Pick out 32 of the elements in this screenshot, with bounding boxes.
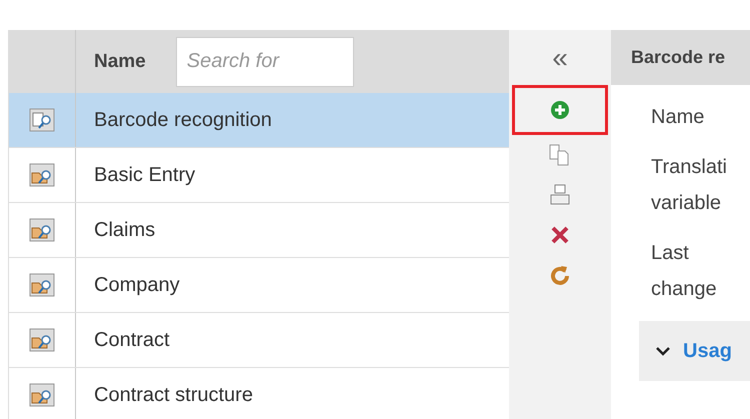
table-row[interactable]: Contract (9, 313, 509, 368)
column-header: Name (94, 50, 146, 72)
search-field[interactable]: Search for (176, 36, 354, 86)
chevron-icon (655, 346, 671, 356)
section-header[interactable]: Usag (639, 321, 750, 381)
table-cell-text: Claims (93, 218, 156, 242)
table-row[interactable]: Claims (9, 203, 509, 258)
table-cell-text: Contract structure (93, 382, 253, 408)
folder-search-icon (29, 163, 55, 187)
table-row[interactable]: Barcode recognition (9, 93, 509, 148)
add-button[interactable] (512, 85, 608, 135)
collapse-button[interactable]: « (552, 30, 568, 85)
table-cell-text: Barcode recognition (93, 108, 272, 132)
table-cell-text: Company (93, 272, 180, 298)
table-cell-text: Basic Entry (93, 162, 196, 188)
table-row[interactable]: Basic Entry (9, 148, 509, 203)
add-icon (550, 100, 570, 120)
folder-search-icon (29, 328, 55, 352)
panel-title: Barcode re (611, 30, 750, 85)
print-icon (548, 183, 572, 207)
folder-search-icon (29, 383, 55, 407)
delete-icon (550, 225, 570, 245)
folder-search-icon (29, 273, 55, 297)
field-label: Translati variable (650, 155, 728, 216)
field-label: Name (650, 105, 706, 130)
table-cell-text: Contract (93, 328, 170, 352)
field-label: Last change (650, 241, 718, 302)
document-search-icon (29, 108, 55, 132)
section-label: Usag (683, 340, 732, 362)
folder-search-icon (29, 218, 55, 242)
refresh-icon (550, 264, 570, 286)
table-row[interactable]: Company (9, 258, 509, 313)
